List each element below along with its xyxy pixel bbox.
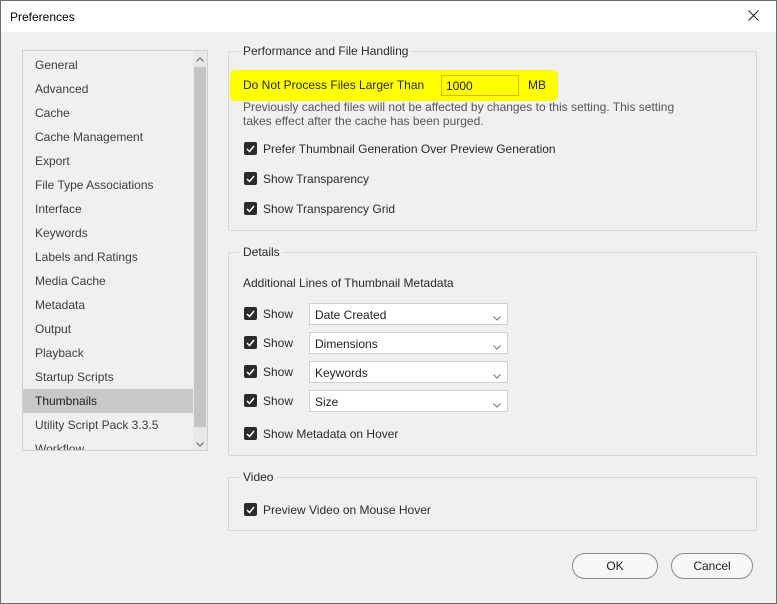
sidebar-item-labels-and-ratings[interactable]: Labels and Ratings xyxy=(23,245,193,269)
scroll-up-button[interactable] xyxy=(193,51,207,65)
checkmark-icon xyxy=(246,503,255,517)
preview-video-hover-label: Preview Video on Mouse Hover xyxy=(263,503,431,517)
scroll-down-button[interactable] xyxy=(193,436,207,450)
chevron-down-icon xyxy=(493,397,501,411)
ok-button[interactable]: OK xyxy=(572,553,658,579)
close-button[interactable] xyxy=(730,1,776,32)
sidebar-item-workflow[interactable]: Workflow xyxy=(23,437,193,450)
sidebar-item-utility-script-pack-3-3-5[interactable]: Utility Script Pack 3.3.5 xyxy=(23,413,193,437)
performance-group-title: Performance and File Handling xyxy=(239,44,413,58)
sidebar-item-export[interactable]: Export xyxy=(23,149,193,173)
show-transparency-checkbox[interactable] xyxy=(244,172,257,185)
cache-note-line2: takes effect after the cache has been pu… xyxy=(243,114,484,128)
metadata-line-4-select[interactable]: Size xyxy=(309,390,508,412)
category-list[interactable]: General Advanced Cache Cache Management Expo… xyxy=(22,50,208,451)
chevron-down-icon xyxy=(196,436,204,450)
sidebar-item-interface[interactable]: Interface xyxy=(23,197,193,221)
show-line-1-label: Show xyxy=(263,307,294,321)
show-line-4-label: Show xyxy=(263,394,294,408)
checkmark-icon xyxy=(246,336,255,350)
sidebar-item-playback[interactable]: Playback xyxy=(23,341,193,365)
select-value: Keywords xyxy=(315,366,368,380)
max-file-size-unit: MB xyxy=(528,78,546,92)
metadata-line-2-select[interactable]: Dimensions xyxy=(309,332,508,354)
checkmark-icon xyxy=(246,365,255,379)
metadata-lines-heading: Additional Lines of Thumbnail Metadata xyxy=(243,276,454,290)
show-line-2-label: Show xyxy=(263,336,294,350)
show-line-4-checkbox[interactable] xyxy=(244,394,257,407)
show-transparency-label: Show Transparency xyxy=(263,172,370,186)
sidebar-item-cache[interactable]: Cache xyxy=(23,101,193,125)
checkmark-icon xyxy=(246,172,255,186)
sidebar-item-cache-management[interactable]: Cache Management xyxy=(23,125,193,149)
sidebar-item-thumbnails[interactable]: Thumbnails xyxy=(23,389,193,413)
scroll-thumb[interactable] xyxy=(194,67,206,427)
close-icon xyxy=(747,9,759,24)
show-transparency-grid-label: Show Transparency Grid xyxy=(263,202,396,216)
checkmark-icon xyxy=(246,202,255,216)
show-line-1-checkbox[interactable] xyxy=(244,307,257,320)
preview-video-hover-checkbox[interactable] xyxy=(244,503,257,516)
category-scrollbar[interactable] xyxy=(193,51,207,450)
cancel-button[interactable]: Cancel xyxy=(671,553,753,579)
checkmark-icon xyxy=(246,427,255,441)
video-group-title: Video xyxy=(239,470,278,484)
show-line-2-checkbox[interactable] xyxy=(244,336,257,349)
title-bar: Preferences xyxy=(1,1,776,32)
prefer-thumbnail-checkbox[interactable] xyxy=(244,142,257,155)
checkmark-icon xyxy=(246,307,255,321)
window-title: Preferences xyxy=(10,10,75,24)
sidebar-item-advanced[interactable]: Advanced xyxy=(23,77,193,101)
show-metadata-hover-checkbox[interactable] xyxy=(244,427,257,440)
sidebar-item-keywords[interactable]: Keywords xyxy=(23,221,193,245)
show-line-3-label: Show xyxy=(263,365,294,379)
chevron-up-icon xyxy=(196,51,204,65)
cache-note-line1: Previously cached files will not be affe… xyxy=(243,100,675,114)
sidebar-item-metadata[interactable]: Metadata xyxy=(23,293,193,317)
sidebar-item-media-cache[interactable]: Media Cache xyxy=(23,269,193,293)
max-file-size-label: Do Not Process Files Larger Than xyxy=(243,78,425,92)
sidebar-item-general[interactable]: General xyxy=(23,53,193,77)
metadata-line-1-select[interactable]: Date Created xyxy=(309,303,508,325)
chevron-down-icon xyxy=(493,368,501,382)
select-value: Size xyxy=(315,395,339,409)
select-value: Date Created xyxy=(315,308,387,322)
sidebar-item-file-type-associations[interactable]: File Type Associations xyxy=(23,173,193,197)
metadata-line-3-select[interactable]: Keywords xyxy=(309,361,508,383)
sidebar-item-output[interactable]: Output xyxy=(23,317,193,341)
show-line-3-checkbox[interactable] xyxy=(244,365,257,378)
chevron-down-icon xyxy=(493,310,501,324)
prefer-thumbnail-label: Prefer Thumbnail Generation Over Preview… xyxy=(263,142,556,156)
category-list-items: General Advanced Cache Cache Management Expo… xyxy=(23,53,193,450)
sidebar-item-startup-scripts[interactable]: Startup Scripts xyxy=(23,365,193,389)
checkmark-icon xyxy=(246,394,255,408)
details-group-title: Details xyxy=(239,245,284,259)
preferences-dialog: Preferences General Advanced Cache Cache Ma… xyxy=(0,0,777,604)
show-metadata-hover-label: Show Metadata on Hover xyxy=(263,427,399,441)
checkmark-icon xyxy=(246,142,255,156)
max-file-size-input[interactable] xyxy=(441,75,519,96)
chevron-down-icon xyxy=(493,339,501,353)
show-transparency-grid-checkbox[interactable] xyxy=(244,202,257,215)
select-value: Dimensions xyxy=(315,337,378,351)
